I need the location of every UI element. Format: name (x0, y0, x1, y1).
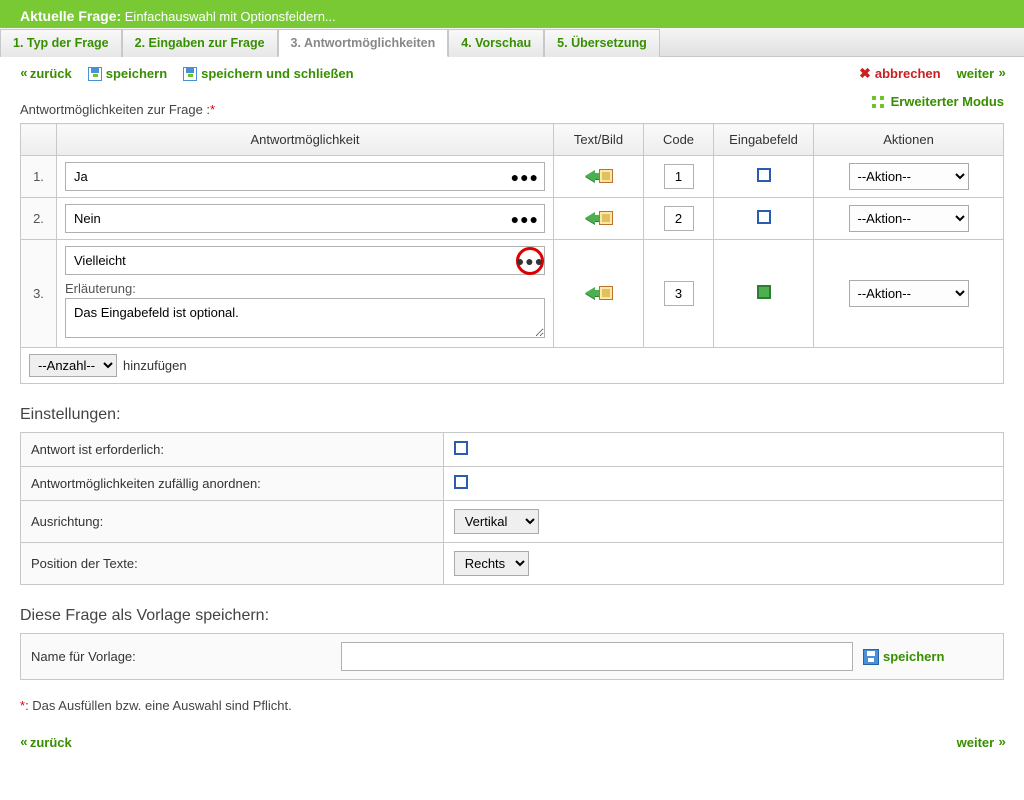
col-actions: Aktionen (814, 124, 1004, 156)
advanced-mode-link[interactable]: Erweiterter Modus (872, 94, 1004, 109)
settings-table: Antwort ist erforderlich: Antwortmöglich… (20, 432, 1004, 585)
action-select[interactable]: --Aktion-- (849, 163, 969, 190)
cancel-link[interactable]: ✖ abbrechen (859, 65, 940, 82)
footer-back-link[interactable]: « zurück (20, 735, 72, 750)
action-select[interactable]: --Aktion-- (849, 205, 969, 232)
answer-input[interactable] (65, 246, 545, 275)
wizard-tabs: 1. Typ der Frage 2. Eingaben zur Frage 3… (0, 28, 1024, 57)
setting-shuffle-label: Antwortmöglichkeiten zufällig anordnen: (21, 467, 444, 501)
action-select[interactable]: --Aktion-- (849, 280, 969, 307)
text-arrow-icon[interactable] (585, 212, 595, 224)
table-row: 3. ●●● Erläuterung: (21, 240, 1004, 348)
col-inputfield: Eingabefeld (714, 124, 814, 156)
code-input[interactable] (664, 164, 694, 189)
more-icon[interactable]: ●●● (511, 211, 539, 227)
footer-next-link[interactable]: weiter » (957, 735, 1004, 750)
setting-required-label: Antwort ist erforderlich: (21, 433, 444, 467)
top-toolbar: « zurück speichern speichern und schließ… (0, 57, 1024, 90)
page-header: Aktuelle Frage: Einfachauswahl mit Optio… (0, 0, 1024, 28)
table-row: 1. ●●● (21, 156, 1004, 198)
col-textimg: Text/Bild (554, 124, 644, 156)
code-input[interactable] (664, 281, 694, 306)
description-textarea[interactable] (65, 298, 545, 338)
row-number: 1. (21, 156, 57, 198)
setting-align-select[interactable]: Vertikal (454, 509, 539, 534)
row-number: 2. (21, 198, 57, 240)
chevron-left-icon: « (20, 66, 26, 81)
col-answer: Antwortmöglichkeit (57, 124, 554, 156)
inputfield-checkbox[interactable] (757, 285, 771, 299)
row-number: 3. (21, 240, 57, 348)
next-link[interactable]: weiter » (957, 66, 1004, 81)
save-close-icon (183, 67, 197, 81)
more-icon-highlighted[interactable]: ●●● (516, 247, 544, 275)
save-link[interactable]: speichern (88, 66, 167, 81)
setting-textpos-select[interactable]: Rechts (454, 551, 529, 576)
disk-icon (863, 649, 879, 665)
add-button[interactable]: hinzufügen (123, 358, 187, 373)
setting-textpos-label: Position der Texte: (21, 543, 444, 585)
tab-type[interactable]: 1. Typ der Frage (0, 29, 122, 57)
table-row: 2. ●●● (21, 198, 1004, 240)
footnote: *: Das Ausfüllen bzw. eine Auswahl sind … (20, 698, 1004, 713)
answer-input[interactable] (65, 204, 545, 233)
add-count-select[interactable]: --Anzahl-- (29, 354, 117, 377)
x-icon: ✖ (859, 65, 871, 82)
template-save-button[interactable]: speichern (863, 649, 993, 665)
tab-answers[interactable]: 3. Antwortmöglichkeiten (278, 29, 449, 57)
col-code: Code (644, 124, 714, 156)
add-row-panel: --Anzahl-- hinzufügen (20, 348, 1004, 384)
tab-inputs[interactable]: 2. Eingaben zur Frage (122, 29, 278, 57)
chevron-left-icon: « (20, 735, 26, 750)
inputfield-checkbox[interactable] (757, 210, 771, 224)
answer-input[interactable] (65, 162, 545, 191)
setting-required-checkbox[interactable] (454, 441, 468, 455)
image-icon[interactable] (599, 286, 613, 300)
template-panel: Name für Vorlage: speichern (20, 633, 1004, 680)
chevron-right-icon: » (998, 66, 1004, 81)
back-link[interactable]: « zurück (20, 66, 72, 81)
expand-icon (872, 96, 884, 108)
settings-title: Einstellungen: (20, 406, 1004, 424)
tab-translation[interactable]: 5. Übersetzung (544, 29, 660, 57)
more-icon[interactable]: ●●● (511, 169, 539, 185)
setting-shuffle-checkbox[interactable] (454, 475, 468, 489)
inputfield-checkbox[interactable] (757, 168, 771, 182)
save-close-link[interactable]: speichern und schließen (183, 66, 353, 81)
image-icon[interactable] (599, 169, 613, 183)
answers-table: Antwortmöglichkeit Text/Bild Code Eingab… (20, 123, 1004, 348)
template-title: Diese Frage als Vorlage speichern: (20, 607, 1004, 625)
text-arrow-icon[interactable] (585, 170, 595, 182)
code-input[interactable] (664, 206, 694, 231)
image-icon[interactable] (599, 211, 613, 225)
tab-preview[interactable]: 4. Vorschau (448, 29, 544, 57)
description-label: Erläuterung: (65, 281, 545, 296)
header-prefix: Aktuelle Frage: (20, 8, 121, 24)
template-name-input[interactable] (341, 642, 853, 671)
template-name-label: Name für Vorlage: (31, 649, 331, 664)
setting-align-label: Ausrichtung: (21, 501, 444, 543)
save-icon (88, 67, 102, 81)
answers-section-label: Antwortmöglichkeiten zur Frage :* (20, 102, 1004, 117)
chevron-right-icon: » (998, 735, 1004, 750)
header-title: Einfachauswahl mit Optionsfeldern... (125, 9, 336, 24)
footer-nav: « zurück weiter » (20, 731, 1004, 770)
text-arrow-icon[interactable] (585, 287, 595, 299)
